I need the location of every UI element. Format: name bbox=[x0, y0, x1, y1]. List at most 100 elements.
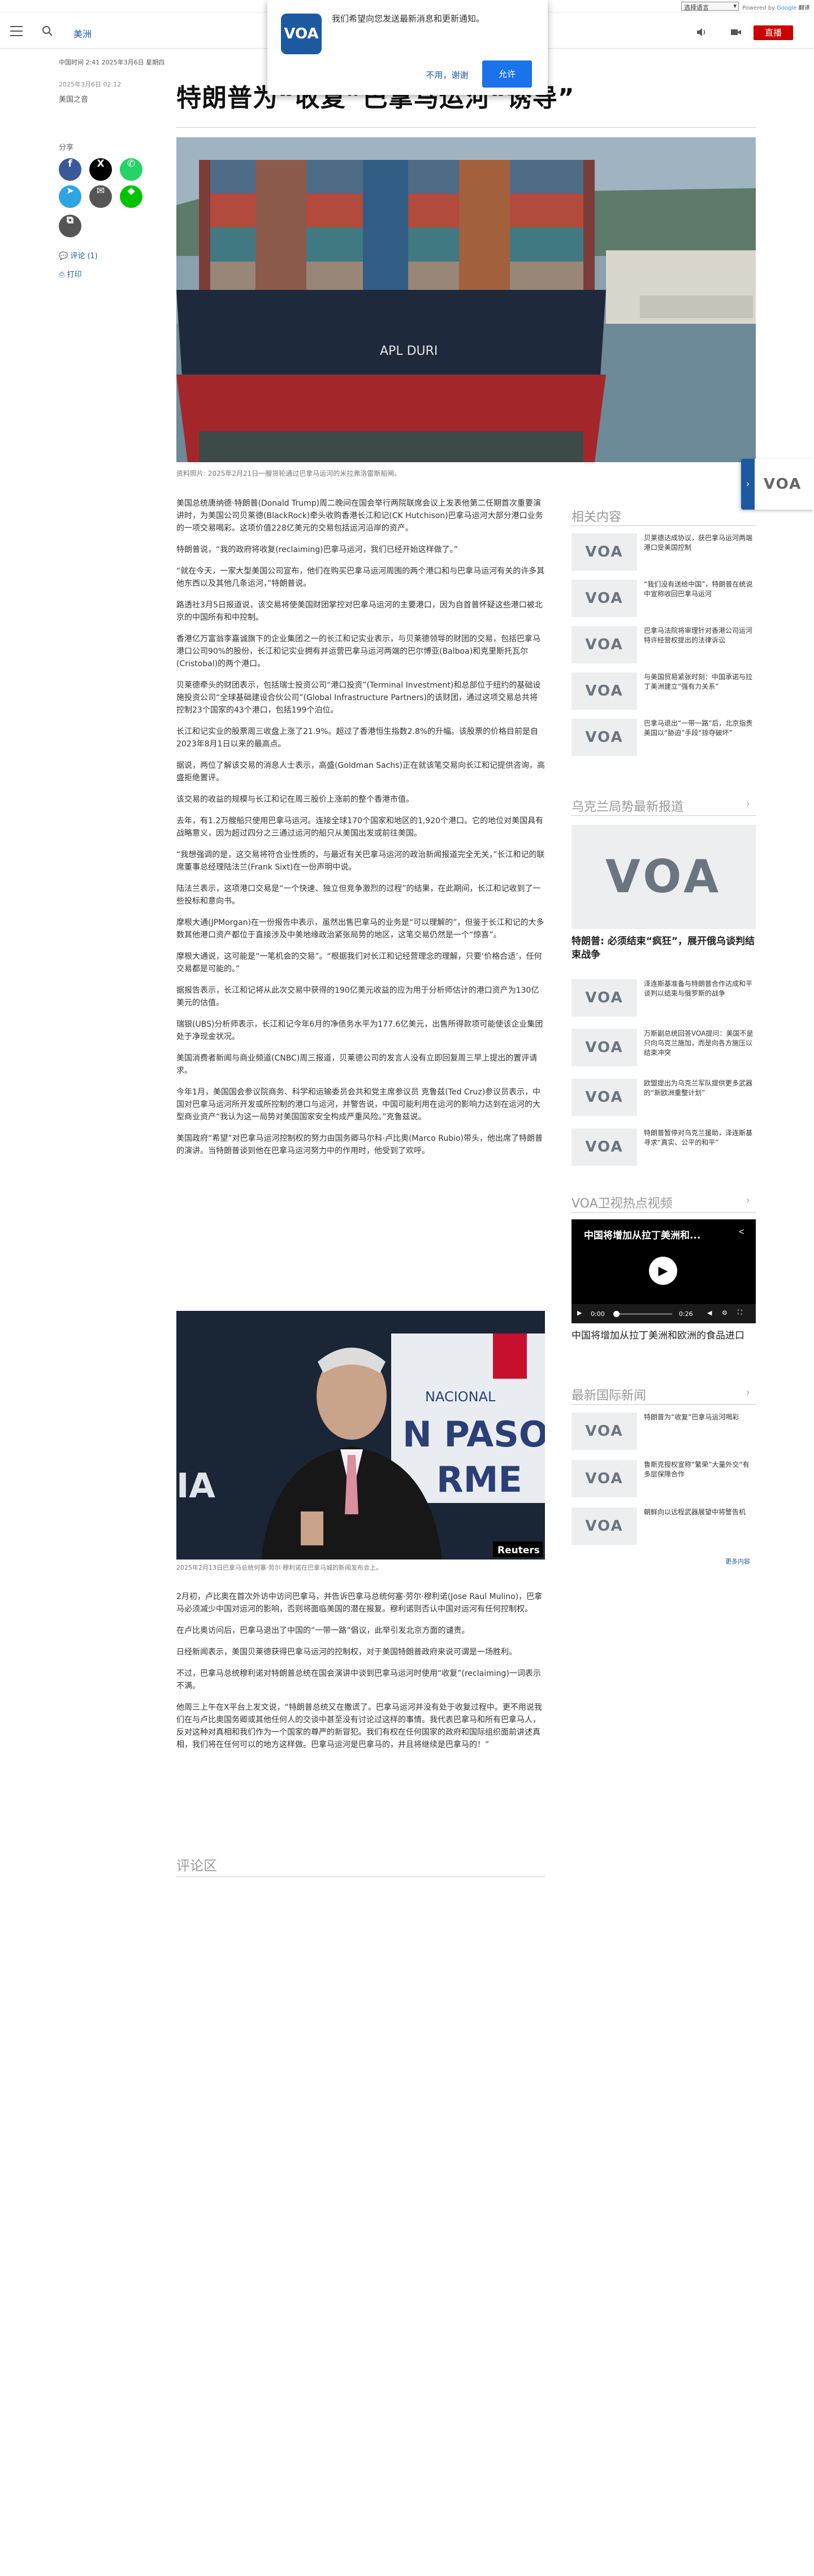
search-icon[interactable] bbox=[42, 25, 53, 37]
video-icon[interactable] bbox=[730, 27, 742, 37]
video-title[interactable]: 中国将增加从拉丁美洲和欧洲的食品进口 bbox=[571, 1329, 756, 1343]
email-icon[interactable]: ✉ bbox=[89, 185, 112, 208]
play-icon[interactable]: ▶ bbox=[649, 1257, 677, 1285]
svg-text:APL DURI: APL DURI bbox=[380, 344, 438, 358]
telegram-icon[interactable]: ➤ bbox=[59, 185, 81, 208]
svg-text:N PASO: N PASO bbox=[402, 1414, 545, 1455]
comments-link[interactable]: 💬 评论 (1) bbox=[59, 250, 98, 260]
copy-icon[interactable]: ⧉ bbox=[59, 215, 81, 237]
article-body: 美国总统唐纳德·特朗普(Donald Trump)周二晚间在国会举行两院联席会议… bbox=[176, 497, 545, 1166]
region-link[interactable]: 美洲 bbox=[73, 27, 92, 40]
list-item[interactable]: VOA 巴拿马退出“一带一路”后，北京指责美国以“胁迫”手段“掠夺破坏” bbox=[571, 719, 756, 756]
item-thumbnail: VOA bbox=[571, 1079, 637, 1116]
list-item[interactable]: VOA 朝鲜向以远程武器展望中将警告机 bbox=[571, 1508, 756, 1545]
article-paragraph: 据说，两位了解该交易的消息人士表示，高盛(Goldman Sachs)正在就该笔… bbox=[176, 761, 545, 783]
item-title[interactable]: 万斯副总统回答VOA提问：美国不是只向乌克兰施加，而是向各方施压以结束冲突 bbox=[644, 1029, 756, 1058]
item-title[interactable]: “我们没有送给中国”，特朗普在统说中宣称收回巴拿马运河 bbox=[644, 580, 756, 599]
list-item[interactable]: VOA 欧盟提出为乌克兰军队提供更多武器的“新欧洲重整计划” bbox=[571, 1079, 756, 1116]
article-paragraph: 贝莱德牵头的财团表示，包括瑞士投资公司“港口投资”(Terminal Inves… bbox=[176, 681, 541, 715]
article-paragraph: 他周三上午在X平台上发文说，“特朗普总统又在撒谎了。巴拿马运河并没有处于收复过程… bbox=[176, 1703, 542, 1749]
article-paragraph: 去年，有1.2万艘船只使用巴拿马运河。连接全球170个国家和地区的1,920个港… bbox=[176, 816, 544, 838]
item-thumbnail: VOA bbox=[571, 672, 637, 710]
google-translate-credit: Powered by Google 翻译 bbox=[742, 5, 810, 11]
item-thumbnail: VOA bbox=[571, 1460, 637, 1497]
ukraine-feature-thumb[interactable]: VOA bbox=[571, 825, 756, 929]
item-thumbnail: VOA bbox=[571, 1508, 637, 1545]
live-button[interactable]: 直播 bbox=[754, 25, 793, 40]
article-paragraph: “我想强调的是，这交易将符合业性质的，与最近有关巴拿马运河的政治新闻报道完全无关… bbox=[176, 850, 545, 872]
hero-caption: 资料照片: 2025年2月21日一艘货轮通过巴拿马运河的米拉弗洛雷斯船闸。 bbox=[176, 470, 401, 477]
volume-icon[interactable]: ◀ bbox=[707, 1309, 712, 1317]
item-title[interactable]: 鲁斯克授权宣称“繁荣”大量外交“有多层保障合作 bbox=[644, 1460, 756, 1479]
whatsapp-icon[interactable]: ✆ bbox=[120, 158, 142, 181]
article-paragraph: 今年1月，美国国会参议院商务、科学和运输委员会共和党主席参议员 克鲁兹(Ted … bbox=[176, 1088, 541, 1122]
list-item[interactable]: VOA 鲁斯克授权宣称“繁荣”大量外交“有多层保障合作 bbox=[571, 1460, 756, 1497]
title-divider bbox=[176, 127, 756, 128]
item-title[interactable]: 欧盟提出为乌克兰军队提供更多武器的“新欧洲重整计划” bbox=[644, 1079, 756, 1098]
list-item[interactable]: VOA 泽连斯基准备与特朗普合作达成和平谈判以结束与俄罗斯的战争 bbox=[571, 979, 756, 1017]
print-link[interactable]: ⎙ 打印 bbox=[59, 268, 82, 279]
item-title[interactable]: 贝莱德达成协议，获巴拿马运河两端港口受美国控制 bbox=[644, 533, 756, 553]
article-paragraph: 美国政府“希望”对巴拿马运河控制权的努力由国务卿马尔科·卢比奥(Marco Ru… bbox=[176, 1134, 543, 1155]
item-title[interactable]: 朝鲜向以远程武器展望中将警告机 bbox=[644, 1508, 756, 1517]
item-title[interactable]: 与美国贸易紧张时刻：中国承诺与拉丁美洲建立“强有力关系” bbox=[644, 672, 756, 692]
allow-button[interactable]: 允许 bbox=[482, 60, 532, 88]
intl-divider bbox=[571, 1404, 756, 1405]
item-title[interactable]: 巴拿马退出“一带一路”后，北京指责美国以“胁迫”手段“掠夺破坏” bbox=[644, 719, 756, 738]
article-paragraph: “就在今天，一家大型美国公司宣布，他们在购买巴拿马运河周围的两个港口和与巴拿马运… bbox=[176, 567, 545, 588]
chevron-right-icon[interactable]: › bbox=[741, 459, 755, 510]
hamburger-menu-icon[interactable] bbox=[10, 26, 23, 36]
item-title[interactable]: 巴拿马法院将审理针对香港公司运河特许经营权提出的法律诉讼 bbox=[644, 626, 756, 645]
article-paragraph: 2月初，卢比奥在首次外访中访问巴拿马，并告诉巴拿马总统何塞·劳尔·穆利诺(Jos… bbox=[176, 1592, 543, 1614]
item-thumbnail: VOA bbox=[571, 1029, 637, 1066]
list-item[interactable]: VOA 万斯副总统回答VOA提问：美国不是只向乌克兰施加，而是向各方施压以结束冲突 bbox=[571, 1029, 756, 1066]
item-title[interactable]: 特朗普暂停对乌克兰援助，泽连斯基寻求“真实、公平的和平” bbox=[644, 1128, 756, 1148]
language-select[interactable]: 选择语言 bbox=[681, 2, 739, 11]
chevron-right-icon[interactable]: › bbox=[746, 798, 750, 810]
ukraine-feature-title[interactable]: 特朗普: 必须结束“疯狂”，展开俄乌谈判结束战争 bbox=[571, 935, 756, 962]
item-thumbnail: VOA bbox=[571, 626, 637, 663]
more-link[interactable]: 更多内容 bbox=[725, 1557, 750, 1566]
play-icon[interactable]: ▶ bbox=[577, 1309, 582, 1317]
item-title[interactable]: 特朗普为“收复”巴拿马运河喝彩 bbox=[644, 1413, 756, 1422]
list-item[interactable]: VOA 贝莱德达成协议，获巴拿马运河两端港口受美国控制 bbox=[571, 533, 756, 571]
voa-float-tab[interactable]: › VOA bbox=[741, 459, 814, 510]
facebook-icon[interactable]: f bbox=[59, 158, 81, 181]
line-icon[interactable]: ◆ bbox=[120, 185, 142, 208]
article-paragraph: 特朗普说，“我的政府将收复(reclaiming)巴拿马运河，我们已经开始这样做… bbox=[176, 545, 458, 554]
video-heading[interactable]: VOA卫视热点视频 bbox=[571, 1193, 673, 1211]
article-paragraph: 陆法兰表示，这项港口交易是“一个快速、独立但竞争激烈的过程”的结果，在此期间，长… bbox=[176, 884, 541, 906]
x-icon[interactable]: X bbox=[89, 158, 112, 181]
gear-icon[interactable]: ⚙ bbox=[722, 1309, 728, 1317]
video-progress[interactable] bbox=[613, 1311, 672, 1317]
decline-button[interactable]: 不用，谢谢 bbox=[418, 62, 477, 88]
chevron-right-icon[interactable]: › bbox=[746, 1387, 750, 1398]
list-item[interactable]: VOA 特朗普为“收复”巴拿马运河喝彩 bbox=[571, 1413, 756, 1450]
ukraine-heading[interactable]: 乌克兰局势最新报道 bbox=[571, 797, 683, 815]
reuters-badge: Reuters bbox=[497, 1545, 540, 1556]
item-title[interactable]: 泽连斯基准备与特朗普合作达成和平谈判以结束与俄罗斯的战争 bbox=[644, 979, 756, 998]
article-paragraph: 在卢比奥访问后，巴拿马退出了中国的“一带一路”倡议，此举引发北京方面的谴责。 bbox=[176, 1626, 470, 1635]
article-paragraph: 据报告表示，长江和记将从此次交易中获得的190亿美元收益的应为用于分析师估计的港… bbox=[176, 986, 539, 1007]
article-paragraph: 日经新闻表示，美国贝莱德获得巴拿马运河的控制权，对于美国特朗普政府来说可谓是一场… bbox=[176, 1648, 517, 1657]
speaker-icon[interactable] bbox=[696, 27, 707, 37]
notification-popup: VOA 我们希望向您发送最新消息和更新通知。 不用，谢谢 允许 bbox=[267, 0, 548, 95]
list-item[interactable]: VOA 巴拿马法院将审理针对香港公司运河特许经营权提出的法律诉讼 bbox=[571, 626, 756, 663]
byline-category[interactable]: 美国之音 bbox=[59, 93, 88, 104]
comment-icon: 💬 bbox=[59, 252, 71, 260]
list-item[interactable]: VOA “我们没有送给中国”，特朗普在统说中宣称收回巴拿马运河 bbox=[571, 580, 756, 617]
video-player[interactable]: 中国将增加从拉丁美洲和... < ▶ ▶ 0:00 0:26 ◀ ⚙ ⛶ bbox=[571, 1219, 756, 1323]
fullscreen-icon[interactable]: ⛶ bbox=[738, 1309, 742, 1317]
list-item[interactable]: VOA 特朗普暂停对乌克兰援助，泽连斯基寻求“真实、公平的和平” bbox=[571, 1128, 756, 1166]
share-icon[interactable]: < bbox=[739, 1227, 744, 1237]
article-paragraph: 摩根大通(JPMorgan)在一份报告中表示，虽然出售巴拿马的业务是“可以理解的… bbox=[176, 918, 544, 940]
chevron-right-icon[interactable]: › bbox=[746, 1194, 750, 1206]
svg-text:IA: IA bbox=[176, 1466, 215, 1506]
print-icon: ⎙ bbox=[59, 271, 67, 279]
item-thumbnail: VOA bbox=[571, 580, 637, 617]
share-label: 分享 bbox=[59, 144, 74, 152]
video-overlay-title: 中国将增加从拉丁美洲和... bbox=[584, 1230, 701, 1241]
list-item[interactable]: VOA 与美国贸易紧张时刻：中国承诺与拉丁美洲建立“强有力关系” bbox=[571, 672, 756, 710]
intl-heading[interactable]: 最新国际新闻 bbox=[571, 1385, 646, 1404]
dateline: 中国时间 2:41 2025年3月6日 星期四 bbox=[59, 59, 165, 66]
